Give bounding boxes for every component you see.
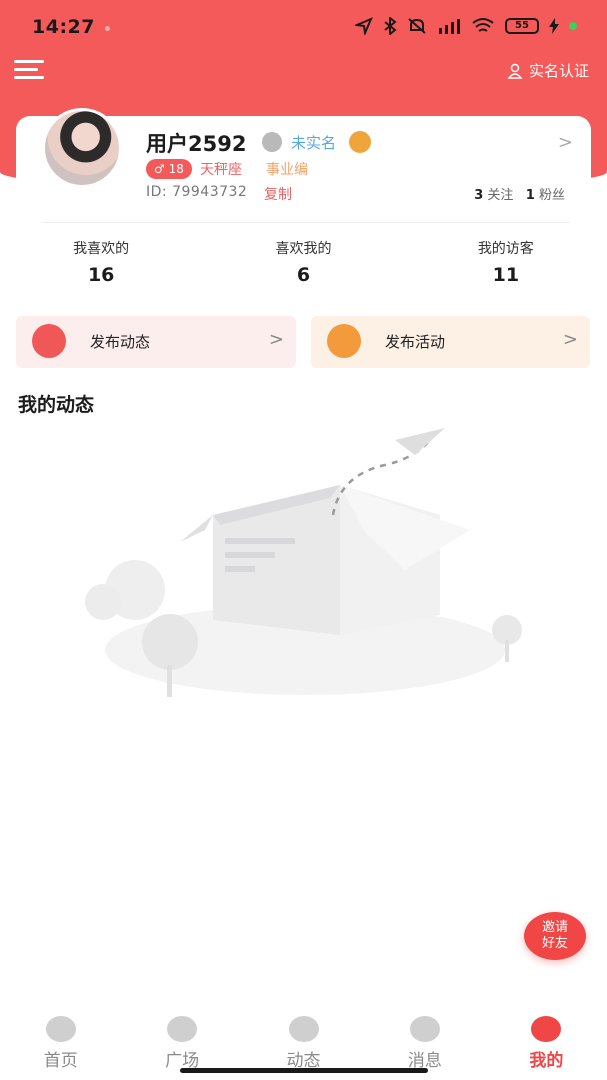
username: 用户2592 (146, 132, 247, 156)
menu-icon[interactable] (14, 60, 44, 82)
chevron-right-icon: > (562, 329, 578, 350)
stat-value: 11 (492, 264, 520, 286)
status-bar: 14:27 55 (0, 0, 607, 54)
user-id: ID: 79943732 (146, 184, 248, 200)
divider (42, 222, 570, 223)
profile-card[interactable]: 用户2592 未实名 > ♂ 18 天秤座 事业编 ID: 79943732 复… (16, 108, 591, 222)
post-event-label: 发布活动 (385, 333, 446, 351)
chat-icon (409, 1016, 440, 1042)
signal-icon (439, 19, 460, 34)
bluetooth-icon (384, 17, 397, 35)
tab-home[interactable]: 首页 (0, 1016, 121, 1080)
post-moment-label: 发布动态 (90, 333, 151, 351)
battery-icon: 55 (505, 18, 539, 34)
invite-line2: 好友 (541, 936, 568, 951)
notification-dot (105, 26, 110, 31)
stat-i-like[interactable]: 我喜欢的 16 (0, 238, 202, 286)
avatar[interactable] (42, 108, 122, 188)
stat-label: 喜欢我的 (275, 241, 332, 257)
stat-value: 16 (87, 264, 115, 286)
person-icon (531, 1016, 562, 1042)
zodiac-tag: 天秤座 (200, 162, 242, 178)
age-value: 18 (168, 162, 184, 176)
home-icon (45, 1016, 76, 1042)
post-moment-button[interactable]: 发布动态 > (16, 316, 296, 368)
following-count: 3 (474, 188, 484, 203)
verified-check-icon (262, 132, 282, 152)
following-label: 关注 (487, 188, 514, 203)
age-badge: ♂ 18 (146, 159, 192, 179)
chevron-right-icon: > (268, 329, 284, 350)
user-outline-icon (507, 63, 523, 79)
charging-icon (549, 18, 559, 34)
mic-indicator-dot (569, 22, 577, 30)
post-moment-icon (32, 324, 66, 358)
mute-icon (408, 18, 426, 34)
tab-mine[interactable]: 我的 (486, 1016, 607, 1080)
crown-icon (349, 131, 371, 153)
stat-value: 6 (296, 264, 311, 286)
verify-status: 未实名 (291, 134, 337, 152)
stats-row: 我喜欢的 16 喜欢我的 6 我的访客 11 (0, 238, 607, 286)
fans-count: 1 (525, 188, 535, 203)
chevron-right-icon[interactable]: > (558, 132, 573, 153)
empty-box-illustration (85, 428, 522, 697)
planet-icon (167, 1016, 198, 1042)
post-event-button[interactable]: 发布活动 > (311, 316, 590, 368)
compass-icon (288, 1016, 319, 1042)
invite-friends-button[interactable]: 邀请 好友 (524, 912, 586, 960)
stat-label: 我喜欢的 (73, 241, 130, 257)
status-icons: 55 (355, 17, 577, 35)
follow-stats[interactable]: 3 关注 1 粉丝 (474, 184, 565, 203)
stat-likes-me[interactable]: 喜欢我的 6 (202, 238, 404, 286)
invite-line1: 邀请 (541, 920, 568, 935)
fans-label: 粉丝 (538, 188, 565, 203)
copy-id-button[interactable]: 复制 (264, 184, 292, 204)
home-indicator[interactable] (180, 1068, 428, 1073)
real-name-verify-button[interactable]: 实名认证 (507, 60, 589, 81)
stat-label: 我的访客 (477, 241, 534, 257)
status-time: 14:27 (32, 16, 95, 38)
flag-icon (327, 324, 361, 358)
section-title: 我的动态 (18, 394, 95, 416)
verify-label: 实名认证 (528, 62, 589, 80)
tab-label: 我的 (529, 1051, 564, 1071)
tab-label: 首页 (43, 1051, 78, 1071)
wifi-icon (472, 18, 494, 32)
stat-visitors[interactable]: 我的访客 11 (405, 238, 607, 286)
job-tag: 事业编 (266, 162, 308, 178)
location-icon (355, 17, 373, 35)
